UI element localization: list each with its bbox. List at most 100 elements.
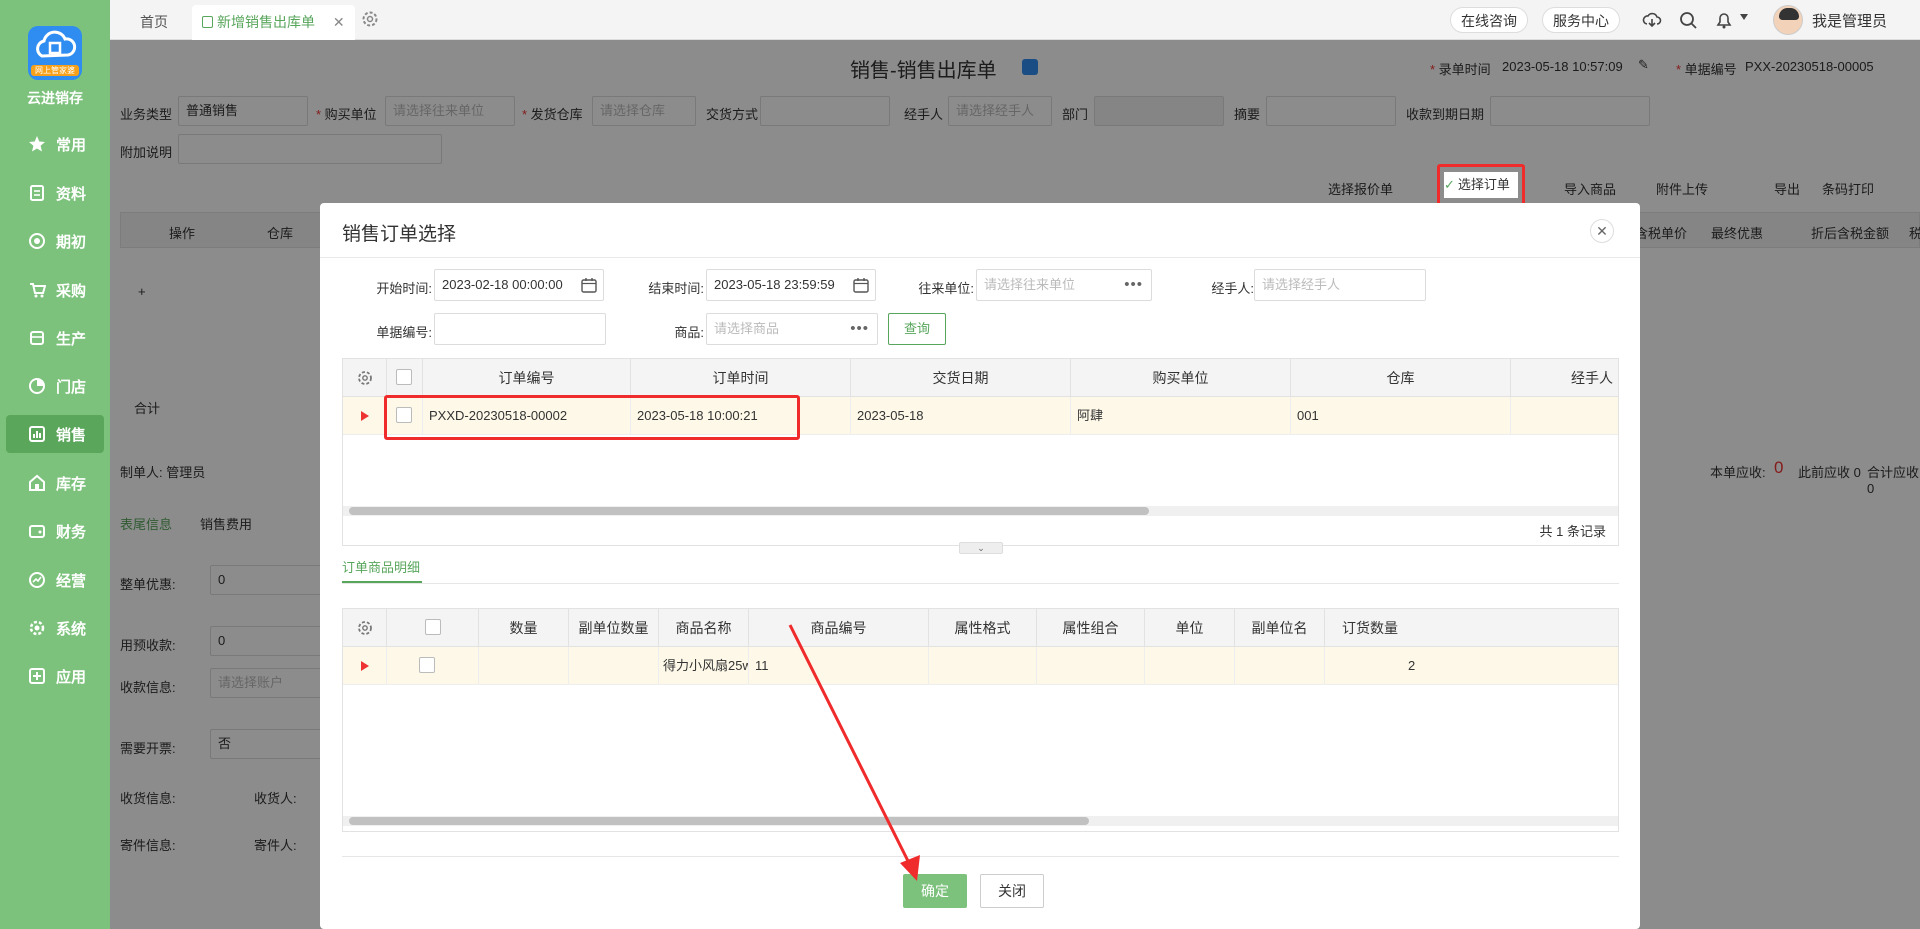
more-dots-icon[interactable]: ••• bbox=[1124, 270, 1143, 300]
qty-cell[interactable] bbox=[479, 647, 569, 685]
partner-input[interactable]: 请选择往来单位 ••• bbox=[976, 269, 1152, 301]
search-icon[interactable] bbox=[1678, 10, 1698, 30]
tab-new-sales-outbound[interactable]: 新增销售出库单 ✕ bbox=[192, 5, 355, 40]
chevron-down-icon[interactable] bbox=[1740, 14, 1748, 20]
chevron-down-icon: ⌄ bbox=[977, 543, 985, 553]
settings-gear-icon[interactable] bbox=[360, 9, 380, 29]
more-dots-icon[interactable]: ••• bbox=[850, 314, 869, 344]
confirm-button[interactable]: 确定 bbox=[903, 874, 967, 908]
col-order-qty: 订货数量 bbox=[1342, 620, 1398, 636]
service-center-button[interactable]: 服务中心 bbox=[1542, 7, 1620, 33]
close-icon[interactable]: ✕ bbox=[333, 14, 345, 30]
user-name[interactable]: 我是管理员 bbox=[1812, 10, 1887, 31]
current-row-icon bbox=[361, 661, 369, 671]
app-logo: 网上管家婆 bbox=[28, 26, 82, 80]
sub-qty-cell[interactable] bbox=[569, 647, 659, 685]
tab-home[interactable]: 首页 bbox=[140, 5, 168, 40]
col-attr-format: 属性格式 bbox=[929, 609, 1037, 647]
bell-icon[interactable] bbox=[1714, 10, 1734, 30]
goods-input[interactable]: 请选择商品 ••• bbox=[706, 313, 878, 345]
close-button[interactable]: 关闭 bbox=[980, 874, 1044, 908]
col-unit: 单位 bbox=[1145, 609, 1235, 647]
chart-icon bbox=[28, 425, 46, 443]
sidebar-item-purchase[interactable]: 采购 bbox=[6, 271, 104, 309]
sidebar-item-label: 门店 bbox=[56, 378, 87, 396]
select-order-button-highlight[interactable]: ✓ 选择订单 bbox=[1444, 172, 1518, 198]
column-settings[interactable] bbox=[343, 609, 387, 647]
orders-table: 订单编号 订单时间 交货日期 购买单位 仓库 经手人 PXXD-20230518… bbox=[342, 358, 1619, 546]
column-settings[interactable] bbox=[343, 359, 387, 397]
pie-icon bbox=[28, 377, 46, 395]
end-time-input[interactable]: 2023-05-18 23:59:59 bbox=[706, 269, 876, 301]
sidebar-item-operation[interactable]: 经营 bbox=[6, 561, 104, 599]
trend-icon bbox=[28, 571, 46, 589]
sidebar-item-common[interactable]: 常用 bbox=[6, 125, 104, 163]
row-checkbox[interactable] bbox=[396, 407, 412, 423]
sidebar-item-opening[interactable]: 期初 bbox=[6, 222, 104, 260]
select-all-checkbox[interactable] bbox=[396, 369, 412, 385]
sidebar-item-data[interactable]: 资料 bbox=[6, 174, 104, 212]
orders-table-header: 订单编号 订单时间 交货日期 购买单位 仓库 经手人 bbox=[343, 359, 1618, 397]
select-all-checkbox[interactable] bbox=[425, 619, 441, 635]
col-order-no: 订单编号 bbox=[423, 359, 631, 397]
warehouse-cell: 001 bbox=[1291, 397, 1511, 435]
sidebar-item-label: 采购 bbox=[56, 282, 87, 300]
scroll-thumb[interactable] bbox=[349, 817, 1089, 825]
sidebar-item-store[interactable]: 门店 bbox=[6, 367, 104, 405]
row-checkbox[interactable] bbox=[419, 657, 435, 673]
sidebar-item-label: 期初 bbox=[56, 233, 87, 251]
sidebar-item-inventory[interactable]: 库存 bbox=[6, 464, 104, 502]
sidebar-item-system[interactable]: 系统 bbox=[6, 609, 104, 647]
modal-handler-input[interactable]: 请选择经手人 bbox=[1254, 269, 1426, 301]
row-marker-cell bbox=[343, 647, 387, 685]
col-sub-qty: 副单位数量 bbox=[569, 609, 659, 647]
order-qty-cell: 2 bbox=[1325, 647, 1619, 685]
sidebar-item-apps[interactable]: 应用 bbox=[6, 657, 104, 695]
docno-input[interactable] bbox=[434, 313, 606, 345]
scroll-thumb[interactable] bbox=[349, 507, 1149, 515]
tab-order-goods-detail[interactable]: 订单商品明细 bbox=[342, 553, 423, 583]
detail-h-scrollbar[interactable] bbox=[343, 816, 1618, 826]
sidebar-item-finance[interactable]: 财务 bbox=[6, 512, 104, 550]
cloud-download-icon[interactable] bbox=[1642, 10, 1662, 30]
sidebar-item-label: 常用 bbox=[56, 136, 87, 154]
sidebar-item-label: 应用 bbox=[56, 668, 87, 686]
close-icon: ✕ bbox=[1596, 223, 1608, 239]
current-row-icon bbox=[361, 411, 369, 421]
table-row[interactable]: PXXD-20230518-00002 2023-05-18 10:00:21 … bbox=[343, 397, 1618, 435]
detail-tab-divider bbox=[342, 583, 1619, 584]
sidebar-item-sales[interactable]: 销售 bbox=[6, 415, 104, 453]
document-icon bbox=[202, 16, 213, 28]
cloud-logo-icon bbox=[36, 30, 77, 58]
sidebar-item-production[interactable]: 生产 bbox=[6, 319, 104, 357]
gear-icon bbox=[357, 371, 372, 385]
dialog-close-button[interactable]: ✕ bbox=[1590, 219, 1614, 243]
online-consult-button[interactable]: 在线咨询 bbox=[1450, 7, 1528, 33]
sub-unit-cell bbox=[1235, 647, 1325, 685]
document-icon bbox=[28, 184, 46, 202]
col-qty: 数量 bbox=[479, 609, 569, 647]
avatar[interactable] bbox=[1773, 5, 1803, 35]
gear-icon bbox=[28, 619, 46, 637]
detail-table-header: 数量 副单位数量 商品名称 商品编号 属性格式 属性组合 单位 副单位名 订货数… bbox=[343, 609, 1618, 647]
delivery-date-cell: 2023-05-18 bbox=[851, 397, 1071, 435]
gear-icon bbox=[357, 621, 372, 635]
collapse-handle[interactable]: ⌄ bbox=[959, 542, 1003, 554]
sidebar-item-label: 销售 bbox=[56, 426, 87, 444]
sidebar-item-label: 经营 bbox=[56, 572, 87, 590]
order-no-cell: PXXD-20230518-00002 bbox=[423, 397, 631, 435]
col-delivery-date: 交货日期 bbox=[851, 359, 1071, 397]
dialog-header: 销售订单选择 ✕ bbox=[320, 203, 1640, 258]
unit-cell bbox=[1145, 647, 1235, 685]
docno-label: 单据编号: bbox=[376, 325, 432, 340]
app-name: 云进销存 bbox=[27, 90, 83, 106]
check-icon: ✓ bbox=[1444, 177, 1455, 192]
table-row[interactable]: 得力小风扇25w 11 2 bbox=[343, 647, 1618, 685]
orders-h-scrollbar[interactable] bbox=[343, 506, 1618, 516]
query-button[interactable]: 查询 bbox=[888, 313, 946, 345]
sidebar-item-label: 系统 bbox=[56, 620, 87, 638]
tab-label: 新增销售出库单 bbox=[217, 14, 315, 30]
record-count: 共 1 条记录 bbox=[1539, 524, 1606, 539]
calendar-icon bbox=[853, 278, 869, 293]
start-time-input[interactable]: 2023-02-18 00:00:00 bbox=[434, 269, 604, 301]
